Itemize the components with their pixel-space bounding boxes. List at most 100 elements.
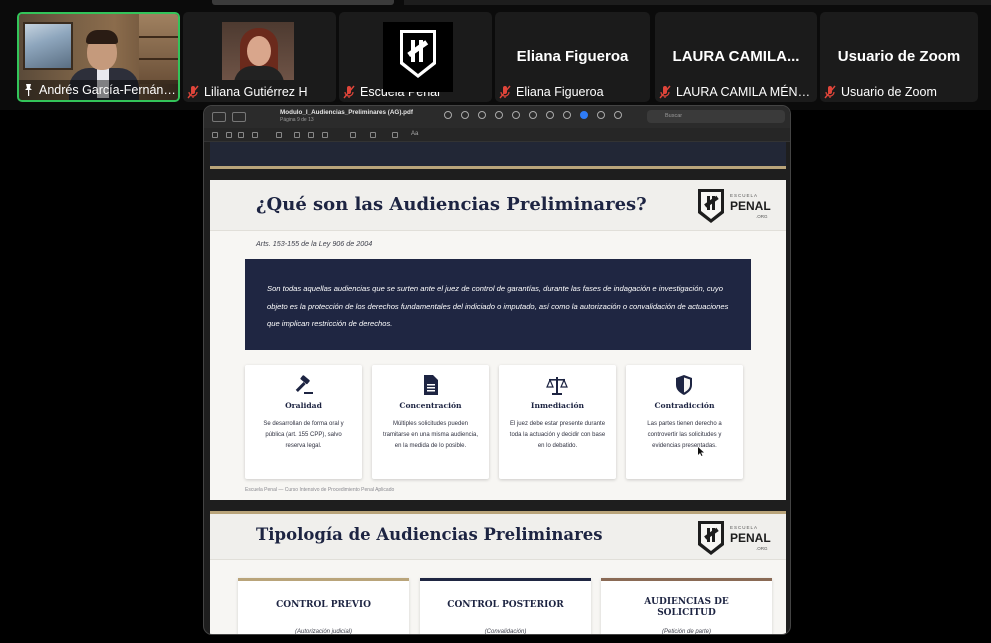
participant-name-label: Andrés García-Fernán… (19, 80, 178, 100)
shapes-icon[interactable] (276, 132, 282, 138)
pdf-viewer-window: Modulo_I_Audiencias_Preliminares (AG).pd… (203, 105, 791, 635)
participant-name: Usuario de Zoom (841, 85, 937, 99)
participant-tile-andres[interactable]: Andrés García-Fernán… (17, 12, 180, 102)
principle-title: Oralidad (285, 401, 322, 410)
share-icon[interactable] (614, 111, 622, 119)
border-color-icon[interactable] (370, 132, 376, 138)
principle-text: Múltiples solicitudes pueden tramitarse … (382, 421, 479, 449)
shelf-line (139, 58, 178, 60)
pin-icon (25, 84, 32, 96)
audience-type-subtitle: (Convalidación) (484, 629, 527, 635)
logo-text-main: PENAL (730, 531, 771, 545)
shield-icon (676, 375, 692, 395)
audience-type-title: CONTROL POSTERIOR (447, 600, 564, 610)
pdf-scroll-area[interactable]: ¿Qué son las Audiencias Preliminares? ES… (210, 142, 786, 635)
principle-text: Se desarrollan de forma oral y pública (… (263, 421, 344, 449)
text-box-icon[interactable] (294, 132, 300, 138)
principle-text: Las partes tienen derecho a controvertir… (647, 421, 722, 449)
previous-page-bottom (210, 142, 786, 169)
participant-video-liliana (222, 22, 294, 80)
markup-pen-icon[interactable] (495, 111, 503, 119)
principles-cards: Oralidad Se desarrollan de forma oral y … (245, 365, 751, 479)
mouse-cursor-icon (698, 447, 704, 456)
search-input[interactable]: Buscar (647, 110, 785, 123)
shape-style-icon[interactable] (350, 132, 356, 138)
window-tab-indicator (212, 0, 394, 5)
note-icon[interactable] (322, 132, 328, 138)
escuela-penal-logo (383, 22, 453, 92)
sketch-icon[interactable] (238, 132, 244, 138)
participant-name-label: Eliana Figueroa (495, 82, 610, 102)
crop-icon[interactable] (546, 111, 554, 119)
card-accent-bar (601, 578, 772, 581)
gavel-icon (295, 375, 313, 394)
text-style-button[interactable]: Aa (411, 131, 418, 137)
sidebar-toggle-button[interactable] (212, 112, 226, 122)
background-shelf (139, 14, 178, 84)
card-accent-bar (420, 578, 591, 581)
principle-card: Concentración Múltiples solicitudes pued… (372, 365, 489, 479)
participant-display-name: Usuario de Zoom (837, 48, 961, 65)
logo-text-top: ESCUELA (730, 525, 758, 530)
zoom-in-icon[interactable] (461, 111, 469, 119)
participant-display-name: Eliana Figueroa (516, 48, 629, 65)
participant-name-label: LAURA CAMILA MÉN… (655, 82, 816, 102)
view-menu-button[interactable] (232, 112, 246, 122)
mic-muted-icon (343, 85, 355, 99)
zoom-fit-icon[interactable] (478, 111, 486, 119)
participant-name: LAURA CAMILA MÉN… (676, 85, 811, 99)
escuela-penal-logo: ESCUELA PENAL .ORG (698, 189, 771, 223)
audience-type-title: CONTROL PREVIO (276, 600, 371, 610)
slide-title: Tipología de Audiencias Preliminares (256, 525, 603, 544)
definition-box: Son todas aquellas audiencias que se sur… (245, 259, 751, 350)
principle-title: Contradicción (654, 401, 715, 410)
principle-text: El juez debe estar presente durante toda… (509, 421, 606, 449)
principle-title: Concentración (399, 401, 462, 410)
logo-text-sub: .ORG (756, 214, 768, 219)
participant-tile-usuario-zoom[interactable]: Usuario de Zoom Usuario de Zoom (820, 12, 978, 102)
audience-type-subtitle: (Petición de parte) (661, 629, 712, 635)
zoom-out-icon[interactable] (444, 111, 452, 119)
slide-title: ¿Qué son las Audiencias Preliminares? (256, 194, 647, 215)
page-indicator: Página 9 de 13 (280, 117, 314, 123)
participant-name: Eliana Figueroa (516, 85, 604, 99)
fill-color-icon[interactable] (392, 132, 398, 138)
principle-title: Inmediación (530, 401, 585, 410)
scales-icon (546, 377, 568, 395)
person-face (247, 36, 271, 66)
mic-muted-icon (187, 85, 199, 99)
rotate-icon[interactable] (529, 111, 537, 119)
audience-type-subtitle: (Autorización judicial) (294, 629, 353, 635)
markup-menu-icon[interactable] (512, 111, 520, 119)
audience-type-card: CONTROL PREVIO (Autorización judicial) (238, 578, 409, 635)
legal-reference: Arts. 153-155 de la Ley 906 de 2004 (256, 239, 373, 248)
text-select-icon[interactable] (212, 132, 218, 138)
logo-text-sub: .ORG (756, 546, 768, 551)
audience-type-card: CONTROL POSTERIOR (Convalidación) (420, 578, 591, 635)
audience-type-title: AUDIENCIAS DE SOLICITUD (644, 597, 729, 618)
audience-type-card: AUDIENCIAS DE SOLICITUD (Petición de par… (601, 578, 772, 635)
mic-muted-icon (659, 85, 671, 99)
viewer-toolbar (444, 111, 622, 119)
participant-name-label: Usuario de Zoom (820, 82, 943, 102)
participant-display-name: LAURA CAMILA... (672, 48, 800, 65)
participant-tile-laura[interactable]: LAURA CAMILA... LAURA CAMILA MÉN… (655, 12, 817, 102)
participant-tile-eliana[interactable]: Eliana Figueroa Eliana Figueroa (495, 12, 650, 102)
logo-text-top: ESCUELA (730, 193, 758, 198)
shelf-line (139, 36, 178, 38)
edit-icon[interactable] (563, 111, 571, 119)
annotate-icon[interactable] (580, 111, 588, 119)
participant-name: Liliana Gutiérrez H (204, 85, 308, 99)
sign-icon[interactable] (308, 132, 314, 138)
participant-strip: Andrés García-Fernán… Liliana Gutiérrez … (0, 0, 991, 110)
pdf-page-slide: Tipología de Audiencias Preliminares ESC… (210, 511, 786, 635)
escuela-penal-logo: ESCUELA PENAL .ORG (698, 521, 771, 555)
logo-text-main: PENAL (730, 199, 771, 213)
draw-icon[interactable] (252, 132, 258, 138)
rect-select-icon[interactable] (226, 132, 232, 138)
window-top-edge (404, 0, 991, 5)
participant-name: Andrés García-Fernán… (39, 83, 176, 97)
slide-footer: Escuela Penal — Curso Intensivo de Proce… (245, 487, 395, 493)
info-icon[interactable] (597, 111, 605, 119)
mic-muted-icon (499, 85, 511, 99)
